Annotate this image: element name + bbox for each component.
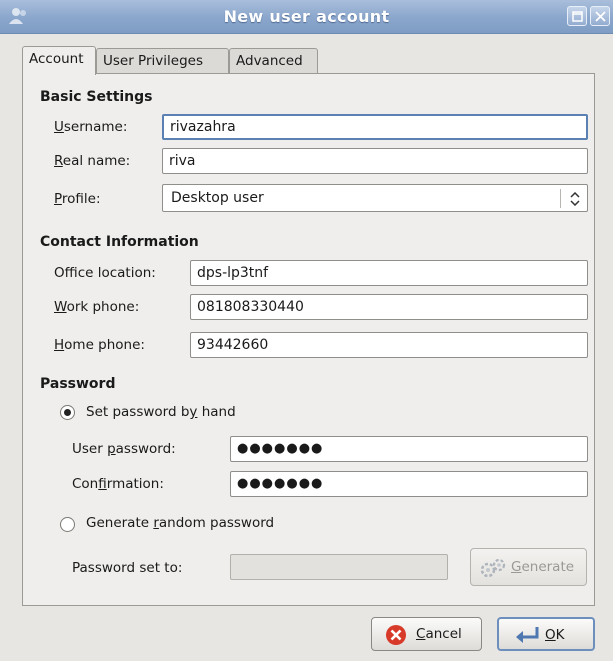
password-set-to-field	[230, 554, 448, 580]
close-button[interactable]	[590, 6, 610, 26]
account-panel: Basic Settings Username: rivazahra Real …	[22, 73, 595, 606]
cancel-button[interactable]: Cancel	[371, 617, 482, 651]
tab-advanced[interactable]: Advanced	[229, 48, 318, 74]
window-title: New user account	[223, 7, 390, 26]
cancel-icon	[386, 625, 406, 645]
generate-random-radio[interactable]	[60, 517, 75, 532]
tab-account[interactable]: Account	[22, 46, 96, 75]
password-heading: Password	[40, 376, 116, 392]
profile-value: Desktop user	[171, 190, 264, 206]
office-location-label: Office location:	[54, 265, 156, 281]
work-phone-label: Work phone:	[54, 299, 140, 315]
combo-separator	[560, 189, 561, 208]
cancel-label: Cancel	[416, 626, 462, 642]
contact-information-heading: Contact Information	[40, 234, 199, 250]
gears-icon	[480, 558, 506, 578]
profile-select[interactable]: Desktop user	[162, 184, 588, 212]
up-down-arrows-icon	[570, 192, 580, 206]
password-set-to-label: Password set to:	[72, 560, 183, 576]
work-phone-input[interactable]: 081808330440	[190, 294, 588, 320]
maximize-button[interactable]	[567, 6, 587, 26]
ok-button[interactable]: OK	[497, 617, 595, 651]
set-by-hand-label[interactable]: Set password by hand	[86, 404, 236, 420]
maximize-icon	[572, 11, 583, 22]
user-password-label: User password:	[72, 441, 176, 457]
user-password-input[interactable]: ●●●●●●●	[230, 436, 588, 462]
generate-button[interactable]: Generate	[470, 548, 587, 586]
ok-label: OK	[545, 627, 565, 643]
basic-settings-heading: Basic Settings	[40, 89, 153, 105]
username-label: Username:	[54, 119, 128, 135]
confirmation-label: Confirmation:	[72, 476, 164, 492]
title-bar[interactable]: New user account	[0, 0, 613, 34]
set-by-hand-radio[interactable]	[60, 405, 75, 420]
office-location-input[interactable]: dps-lp3tnf	[190, 260, 588, 286]
confirmation-input[interactable]: ●●●●●●●	[230, 471, 588, 497]
close-icon	[595, 11, 606, 22]
enter-arrow-icon	[516, 627, 539, 643]
generate-label: Generate	[511, 559, 575, 575]
username-input[interactable]: rivazahra	[162, 114, 588, 140]
profile-label: Profile:	[54, 191, 101, 207]
home-phone-input[interactable]: 93442660	[190, 332, 588, 358]
tab-user-privileges[interactable]: User Privileges	[96, 48, 229, 74]
real-name-input[interactable]: riva	[162, 148, 588, 174]
home-phone-label: Home phone:	[54, 337, 145, 353]
generate-random-label[interactable]: Generate random password	[86, 515, 274, 531]
real-name-label: Real name:	[54, 153, 131, 169]
